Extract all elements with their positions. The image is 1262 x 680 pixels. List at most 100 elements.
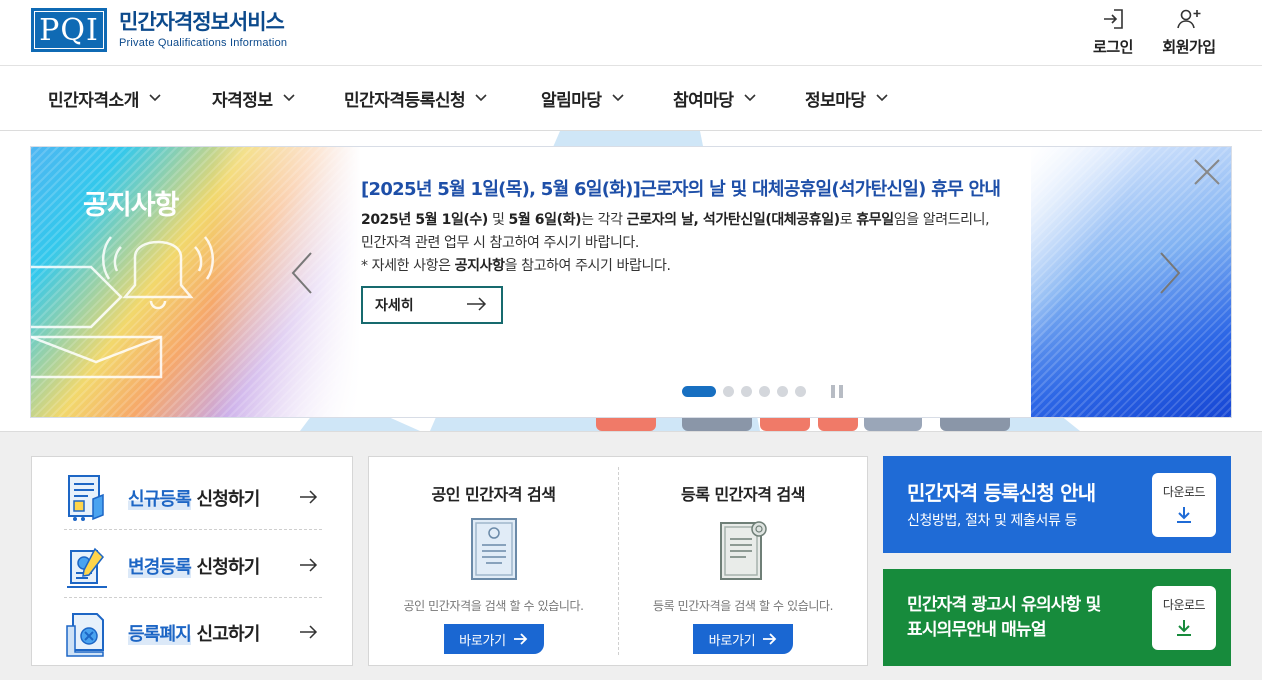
nav-label: 민간자격등록신청 (344, 90, 466, 111)
login-icon (1099, 6, 1127, 32)
nav-item-participation[interactable]: 참여마당 (673, 66, 756, 130)
text: 로 (839, 212, 857, 228)
new-registration-icon (64, 473, 110, 523)
download-label: 다운로드 (1162, 597, 1206, 612)
notice-title[interactable]: [2025년 5월 1일(목), 5월 6일(화)]근로자의 날 및 대체공휴일… (361, 175, 1001, 201)
nav-label: 정보마당 (805, 90, 866, 111)
notice-line-3: * 자세한 사항은 공지사항을 참고하여 주시기 바랍니다. (361, 255, 989, 278)
chevron-down-icon (875, 94, 888, 102)
site-logo[interactable]: PQI 민간자격정보서비스 Private Qualifications Inf… (31, 8, 287, 52)
date-1: 2025년 5월 1일(수) (361, 212, 488, 228)
nav-label: 참여마당 (673, 90, 734, 111)
divider (64, 529, 322, 530)
date-2: 5월 6일(화) (508, 212, 582, 228)
arrow-right-icon (300, 624, 318, 643)
arrow-right-icon (763, 633, 777, 645)
chevron-left-icon (291, 252, 312, 294)
chevron-down-icon (743, 94, 756, 102)
download-label: 다운로드 (1162, 484, 1206, 499)
nav-label: 알림마당 (541, 90, 602, 111)
text: * 자세한 사항은 (361, 258, 455, 274)
holiday-names: 근로자의 날, 석가탄신일(대체공휴일) (626, 212, 840, 228)
nav-item-notices[interactable]: 알림마당 (541, 66, 624, 130)
public-qualification-search: 공인 민간자격 검색 공인 민간자격을 검색 할 수 있습니다. 바로가기 (369, 457, 618, 665)
site-header: PQI 민간자격정보서비스 Private Qualifications Inf… (0, 0, 1262, 66)
nav-label: 자격정보 (212, 90, 273, 111)
close-icon (1194, 159, 1220, 185)
new-registration-link[interactable]: 신규등록 신청하기 (64, 465, 322, 531)
signup-label: 회원가입 (1162, 38, 1216, 56)
slide-dot-4[interactable] (759, 386, 770, 397)
public-search-go-button[interactable]: 바로가기 (443, 624, 544, 654)
pause-icon[interactable] (831, 385, 843, 398)
nav-label: 민간자격소개 (48, 90, 139, 111)
more-button[interactable]: 자세히 (361, 286, 503, 324)
more-button-label: 자세히 (375, 298, 414, 314)
chevron-down-icon (475, 94, 487, 102)
registration-guide-banner[interactable]: 민간자격 등록신청 안내 신청방법, 절차 및 제출서류 등 다운로드 (883, 456, 1231, 553)
label-rest: 신청하기 (191, 557, 261, 578)
arrow-right-icon (300, 489, 318, 508)
slide-dot-3[interactable] (741, 386, 752, 397)
new-registration-label: 신규등록 신청하기 (128, 485, 260, 511)
search-title: 공인 민간자격 검색 (431, 485, 556, 504)
slide-dot-2[interactable] (723, 386, 734, 397)
notice-ref: 공지사항 (454, 258, 505, 274)
change-registration-icon (64, 541, 110, 591)
close-button[interactable] (1192, 157, 1222, 187)
change-registration-link[interactable]: 변경등록 신청하기 (64, 533, 322, 599)
nav-item-registration[interactable]: 민간자격등록신청 (344, 66, 487, 130)
logo-subtitle: Private Qualifications Information (119, 37, 288, 49)
notice-body: 2025년 5월 1일(수) 및 5월 6일(화)는 각각 근로자의 날, 석가… (361, 209, 990, 278)
nav-item-qualification-info[interactable]: 자격정보 (212, 66, 295, 130)
download-button[interactable]: 다운로드 (1152, 586, 1216, 650)
search-description: 공인 민간자격을 검색 할 수 있습니다. (403, 599, 584, 613)
certificate-icon (470, 518, 517, 580)
chevron-down-icon (611, 94, 624, 102)
logo-mark: PQI (31, 8, 107, 52)
slide-dot-1[interactable] (682, 386, 716, 397)
chevron-down-icon (149, 94, 161, 102)
search-description: 등록 민간자격을 검색 할 수 있습니다. (652, 599, 834, 613)
abolish-registration-link[interactable]: 등록폐지 신고하기 (64, 600, 322, 666)
prev-slide-button[interactable] (289, 251, 317, 295)
label-rest: 신고하기 (191, 624, 261, 645)
chevron-right-icon (1160, 252, 1181, 294)
download-icon (1175, 619, 1193, 641)
nav-item-information[interactable]: 정보마당 (805, 66, 888, 130)
registration-box: 신규등록 신청하기 변경등록 신청하기 등록폐지 신고하기 (31, 456, 353, 666)
divider (64, 597, 322, 598)
qualification-search-box: 공인 민간자격 검색 공인 민간자격을 검색 할 수 있습니다. 바로가기 등록… (368, 456, 868, 666)
chevron-down-icon (282, 94, 295, 102)
slide-dot-5[interactable] (777, 386, 788, 397)
registered-search-go-button[interactable]: 바로가기 (693, 624, 793, 654)
holiday-label: 휴무일 (856, 212, 894, 228)
nav-item-intro[interactable]: 민간자격소개 (48, 66, 161, 130)
go-button-label: 바로가기 (708, 633, 756, 649)
label-rest: 신청하기 (191, 489, 261, 510)
text: 을 참고하여 주시기 바랍니다. (504, 258, 671, 274)
change-registration-label: 변경등록 신청하기 (128, 553, 260, 579)
advertising-guide-banner[interactable]: 민간자격 광고시 유의사항 및 표시의무안내 매뉴얼 다운로드 (883, 569, 1231, 666)
registered-qualification-search: 등록 민간자격 검색 등록 민간자격을 검색 할 수 있습니다. 바로가기 (618, 467, 867, 655)
notice-banner: 공지사항 [2025년 5월 1일(목), 5월 6일(화)]근로자의 날 및 … (30, 146, 1232, 418)
text: 는 각각 (581, 212, 627, 228)
signup-link[interactable]: 회원가입 (1154, 6, 1224, 57)
arrow-right-icon (513, 633, 528, 645)
slide-dot-6[interactable] (795, 386, 806, 397)
download-button[interactable]: 다운로드 (1152, 473, 1216, 537)
abolish-registration-label: 등록폐지 신고하기 (128, 620, 260, 646)
next-slide-button[interactable] (1155, 251, 1183, 295)
login-label: 로그인 (1093, 38, 1133, 56)
main-nav: 민간자격소개 자격정보 민간자격등록신청 알림마당 참여마당 정보마당 (0, 66, 1262, 131)
notice-line-1: 2025년 5월 1일(수) 및 5월 6일(화)는 각각 근로자의 날, 석가… (361, 209, 990, 232)
arrow-right-icon (467, 297, 487, 315)
login-link[interactable]: 로그인 (1078, 6, 1148, 57)
go-button-label: 바로가기 (459, 633, 506, 649)
text: 임을 알려드리니, (893, 212, 990, 228)
document-seal-icon (720, 521, 767, 580)
text: 및 (487, 212, 509, 228)
search-title: 등록 민간자격 검색 (681, 485, 805, 504)
download-icon (1175, 506, 1193, 528)
logo-title: 민간자격정보서비스 (119, 10, 285, 34)
